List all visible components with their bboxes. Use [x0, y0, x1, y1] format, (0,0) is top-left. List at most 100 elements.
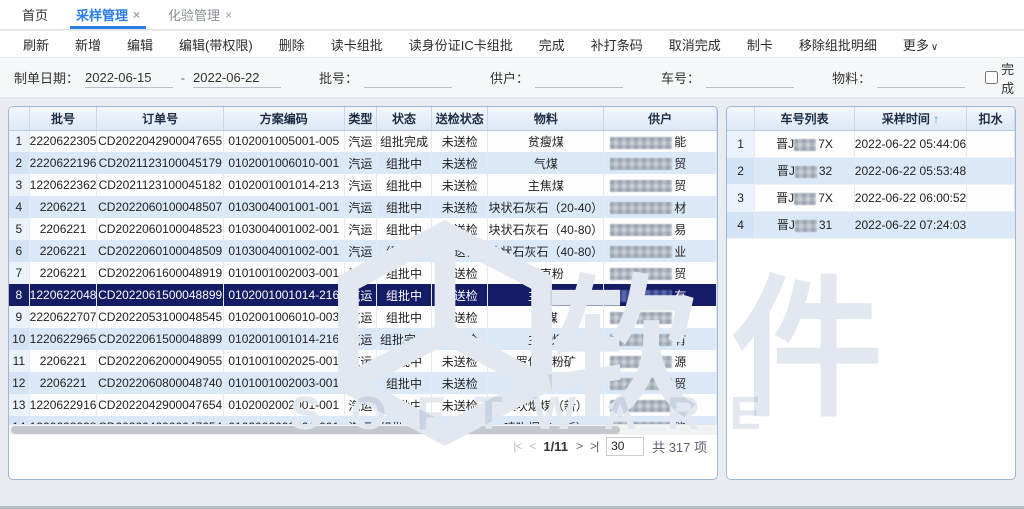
table-row[interactable]: 22220622196CD202112310004517901020010060…	[9, 152, 717, 174]
table-row[interactable]: 92220622707CD202205310004854501020010060…	[9, 306, 717, 328]
scheme-cell: 0102001001014-216	[223, 328, 344, 350]
order-cell: CD2021123100045182	[97, 174, 223, 196]
column-header[interactable]: 车号列表	[755, 107, 855, 130]
batch-cell: 2206221	[29, 372, 97, 394]
toolbar-button[interactable]: 完成	[526, 35, 578, 54]
supplier-tail-text: 运	[674, 311, 686, 325]
toolbar-button[interactable]: 新增	[62, 35, 114, 54]
row-number-cell: 10	[9, 328, 29, 350]
table-row[interactable]: 112206221CD20220620000490550101001002025…	[9, 350, 717, 372]
first-page-icon[interactable]: |<	[513, 439, 521, 453]
row-number-cell: 5	[9, 218, 29, 240]
material-cell: 贫瘦煤	[488, 130, 604, 152]
toolbar-button[interactable]: 删除	[266, 35, 318, 54]
date-to-input[interactable]	[193, 68, 281, 88]
supplier-cell: 材	[604, 196, 717, 218]
filter-field-input[interactable]	[364, 68, 452, 88]
deduct-water-cell	[967, 157, 1015, 184]
table-row[interactable]: 31220622362CD202112310004518201020010010…	[9, 174, 717, 196]
column-header[interactable]: 状态	[377, 107, 432, 130]
column-header[interactable]: 扣水	[967, 107, 1015, 130]
filter-checkbox-done[interactable]: 完成	[985, 59, 1014, 97]
prev-page-icon[interactable]: <	[529, 439, 535, 453]
table-row[interactable]: 131220622916CD20220429000476540102002002…	[9, 394, 717, 416]
next-page-icon[interactable]: >	[576, 439, 582, 453]
close-icon[interactable]: ×	[225, 8, 232, 22]
status-cell: 组批中	[377, 152, 432, 174]
batch-cell: 1220622238	[29, 416, 97, 424]
tab-lab-management[interactable]: 化验管理 ×	[154, 0, 246, 29]
column-header[interactable]: 批号	[29, 107, 97, 130]
table-row[interactable]: 81220622048CD202206150004889901020010010…	[9, 284, 717, 306]
vehicle-row[interactable]: 1晋J7X2022-06-22 05:44:06	[727, 130, 1015, 157]
column-header[interactable]: 采样时间 ↑	[854, 107, 966, 130]
date-from-input[interactable]	[85, 68, 173, 88]
material-cell: 主焦煤	[488, 284, 604, 306]
scrollbar-thumb[interactable]	[11, 426, 620, 434]
column-header[interactable]: 物料	[488, 107, 604, 130]
vehicle-row[interactable]: 2晋J322022-06-22 05:53:48	[727, 157, 1015, 184]
toolbar-button[interactable]: 编辑	[114, 35, 166, 54]
table-row[interactable]: 141220622238CD20220429000476540102002002…	[9, 416, 717, 424]
supplier-cell: 易	[604, 218, 717, 240]
toolbar-button[interactable]: 读卡组批	[318, 35, 396, 54]
column-header[interactable]: 方案编码	[223, 107, 344, 130]
supplier-cell: 有	[604, 328, 717, 350]
supplier-tail-text: 源	[674, 355, 686, 369]
type-cell: 汽运	[344, 350, 377, 372]
column-header[interactable]: 送检状态	[431, 107, 488, 130]
toolbar-button[interactable]: 制卡	[734, 35, 786, 54]
table-row[interactable]: 72206221CD20220616000489190101001002003-…	[9, 262, 717, 284]
table-row[interactable]: 42206221CD20220601000485070103004001001-…	[9, 196, 717, 218]
content-area: 批号订单号方案编码类型状态送检状态物料供户12220622305CD202204…	[0, 98, 1024, 509]
supplier-tail-text: 业	[674, 245, 686, 259]
filter-field-input[interactable]	[535, 68, 623, 88]
filter-field-input[interactable]	[877, 68, 965, 88]
horizontal-scrollbar[interactable]	[9, 424, 717, 435]
vehicle-row[interactable]: 3晋J7X2022-06-22 06:00:52	[727, 184, 1015, 211]
redacted-supplier-blur	[610, 246, 672, 258]
chevron-down-icon: ∨	[931, 42, 938, 53]
last-page-icon[interactable]: >|	[590, 439, 598, 453]
batch-table-header-row: 批号订单号方案编码类型状态送检状态物料供户	[9, 107, 717, 130]
vehicle-table-header-row: 车号列表采样时间 ↑扣水	[727, 107, 1015, 130]
done-checkbox[interactable]	[985, 71, 998, 84]
table-row[interactable]: 12220622305CD202204290004765501020010050…	[9, 130, 717, 152]
toolbar-button[interactable]: 读身份证IC卡组批	[396, 35, 526, 54]
toolbar-button[interactable]: 补打条码	[578, 35, 656, 54]
supplier-cell: 运	[604, 306, 717, 328]
toolbar-button[interactable]: 取消完成	[656, 35, 734, 54]
material-cell: 块状石灰石（20-40）	[488, 196, 604, 218]
redacted-supplier-blur	[610, 378, 672, 390]
pagination-bar: |< < 1/11 > >| 共 317 项	[9, 435, 717, 457]
type-cell: 汽运	[344, 328, 377, 350]
close-icon[interactable]: ×	[133, 8, 140, 22]
table-row[interactable]: 62206221CD20220601000485090103004001002-…	[9, 240, 717, 262]
tab-home[interactable]: 首页	[8, 0, 62, 29]
vehicle-row[interactable]: 4晋J312022-06-22 07:24:03	[727, 211, 1015, 238]
redacted-supplier-blur	[610, 334, 672, 346]
redacted-supplier-blur	[610, 224, 672, 236]
filter-field-label: 车号：	[661, 68, 700, 87]
column-header[interactable]: 类型	[344, 107, 377, 130]
scheme-cell: 0103004001002-001	[223, 218, 344, 240]
redacted-plate-blur	[794, 193, 816, 205]
toolbar-button[interactable]: 更多∨	[890, 35, 951, 54]
column-header[interactable]: 供户	[604, 107, 717, 130]
order-cell: CD2022053100048545	[97, 306, 223, 328]
column-header[interactable]	[727, 107, 755, 130]
filter-field-input[interactable]	[706, 68, 794, 88]
table-row[interactable]: 52206221CD20220601000485230103004001002-…	[9, 218, 717, 240]
type-cell: 汽运	[344, 240, 377, 262]
column-header[interactable]	[9, 107, 29, 130]
table-row[interactable]: 101220622965CD20220615000488990102001001…	[9, 328, 717, 350]
column-header[interactable]: 订单号	[97, 107, 223, 130]
page-size-input[interactable]	[606, 437, 644, 456]
supplier-tail-text: 能	[674, 135, 686, 149]
tab-sampling-management[interactable]: 采样管理 ×	[62, 0, 154, 29]
toolbar-button[interactable]: 编辑(带权限)	[166, 35, 266, 54]
toolbar-button[interactable]: 刷新	[10, 35, 62, 54]
table-row[interactable]: 122206221CD20220608000487400101001002003…	[9, 372, 717, 394]
material-cell: 块状石灰石（40-80）	[488, 218, 604, 240]
toolbar-button[interactable]: 移除组批明细	[786, 35, 890, 54]
